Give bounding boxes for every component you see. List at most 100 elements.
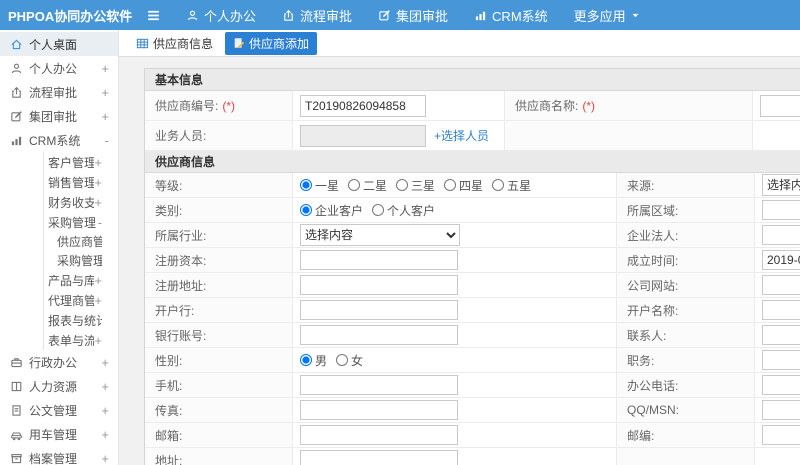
- established-date-input[interactable]: [762, 250, 800, 270]
- mobile-input[interactable]: [300, 375, 458, 395]
- bank-input[interactable]: [300, 300, 458, 320]
- topnav-item[interactable]: 个人办公: [173, 0, 269, 30]
- grade-radio-option[interactable]: 五星: [492, 177, 531, 194]
- sidebar-item-label: 个人桌面: [29, 37, 78, 52]
- expand-toggle-icon[interactable]: +: [94, 155, 102, 170]
- field-label: 所属行业:: [155, 228, 207, 243]
- section-title: 基本信息: [145, 69, 800, 91]
- sidebar-item[interactable]: 采购管理: [0, 251, 118, 270]
- grade-radio-option[interactable]: 一星: [300, 177, 339, 194]
- expand-toggle-icon[interactable]: -: [105, 133, 109, 148]
- sidebar-item[interactable]: 个人桌面: [0, 32, 118, 56]
- expand-toggle-icon[interactable]: +: [101, 451, 109, 465]
- tab-supplier-add[interactable]: 供应商添加: [225, 31, 318, 55]
- zipcode-input[interactable]: [762, 425, 800, 445]
- sidebar-item[interactable]: 表单与流程设置+: [0, 330, 118, 350]
- sidebar-item[interactable]: 财务收支 +: [0, 192, 118, 212]
- sidebar-item[interactable]: 行政办公 +: [0, 350, 118, 374]
- bank-account-input[interactable]: [300, 325, 458, 345]
- legal-person-input[interactable]: [762, 225, 800, 245]
- sidebar-item[interactable]: 个人办公 +: [0, 56, 118, 80]
- registered-capital-input[interactable]: [300, 250, 458, 270]
- briefcase-icon: [10, 356, 23, 369]
- industry-select[interactable]: 选择内容: [300, 224, 460, 246]
- radio-label: 四星: [459, 178, 484, 193]
- supplier-name-input[interactable]: [760, 94, 800, 117]
- field-label: 邮箱:: [155, 428, 183, 443]
- sidebar-item-label: 采购管理: [57, 254, 102, 268]
- category-radio-0[interactable]: [300, 204, 312, 216]
- qq-msn-input[interactable]: [762, 400, 800, 420]
- grade-radio-2[interactable]: [396, 179, 409, 191]
- business-personnel-input[interactable]: [300, 124, 426, 147]
- tab-supplier-info[interactable]: 供应商信息: [132, 33, 217, 54]
- topnav-item[interactable]: 集团审批: [365, 0, 461, 30]
- expand-toggle-icon[interactable]: +: [94, 293, 102, 308]
- account-name-input[interactable]: [762, 300, 800, 320]
- sidebar-item[interactable]: 流程审批 +: [0, 80, 118, 104]
- grade-radio-option[interactable]: 三星: [396, 177, 435, 194]
- fax-input[interactable]: [300, 400, 458, 420]
- expand-toggle-icon[interactable]: +: [94, 333, 102, 348]
- field-value-cell: [755, 198, 800, 222]
- email-input[interactable]: [300, 425, 458, 445]
- region-input[interactable]: [762, 200, 800, 220]
- category-radio-1[interactable]: [372, 204, 385, 216]
- expand-toggle-icon[interactable]: -: [98, 215, 102, 230]
- expand-toggle-icon[interactable]: +: [101, 85, 109, 100]
- expand-toggle-icon[interactable]: +: [94, 175, 102, 190]
- sidebar-item[interactable]: 用车管理 +: [0, 422, 118, 446]
- registered-address-input[interactable]: [300, 275, 458, 295]
- field-label: 公司网站:: [627, 278, 679, 293]
- gender-radio-1[interactable]: [336, 354, 349, 366]
- grade-radio-4[interactable]: [492, 179, 505, 191]
- field-value-cell: 一星 二星 三星 四星 五星: [293, 173, 617, 197]
- expand-toggle-icon[interactable]: +: [101, 355, 109, 370]
- source-select[interactable]: 选择内容: [762, 174, 800, 196]
- address-input[interactable]: [300, 450, 458, 465]
- gender-radio-option[interactable]: 男: [300, 352, 327, 369]
- supplier-code-input[interactable]: [300, 94, 426, 117]
- flow-icon: [282, 9, 295, 22]
- category-radio-option[interactable]: 个人客户: [372, 202, 435, 219]
- position-input[interactable]: [762, 350, 800, 370]
- office-phone-input[interactable]: [762, 375, 800, 395]
- gender-radio-0[interactable]: [300, 354, 312, 366]
- category-radio-option[interactable]: 企业客户: [300, 202, 363, 219]
- expand-toggle-icon[interactable]: +: [94, 195, 102, 210]
- sidebar-item[interactable]: 销售管理 +: [0, 172, 118, 192]
- gender-radio-option[interactable]: 女: [336, 352, 363, 369]
- sidebar-item-label: 公文管理: [29, 403, 78, 418]
- sidebar-item[interactable]: 人力资源 +: [0, 374, 118, 398]
- sidebar-item[interactable]: 客户管理 +: [0, 152, 118, 172]
- grade-radio-0[interactable]: [300, 179, 312, 191]
- sidebar-item[interactable]: 报表与统计: [0, 310, 118, 330]
- expand-toggle-icon[interactable]: +: [101, 109, 109, 124]
- tab-label: 供应商添加: [249, 36, 310, 51]
- sidebar-item[interactable]: 集团审批 +: [0, 104, 118, 128]
- sidebar-item[interactable]: 公文管理 +: [0, 398, 118, 422]
- topnav-item[interactable]: 流程审批: [269, 0, 365, 30]
- select-personnel-link[interactable]: +选择人员: [434, 127, 489, 144]
- hamburger-icon[interactable]: [146, 8, 161, 23]
- expand-toggle-icon[interactable]: +: [101, 379, 109, 394]
- sidebar-item[interactable]: CRM系统 -: [0, 128, 118, 152]
- sidebar-item[interactable]: 供应商管理: [0, 232, 118, 251]
- topnav-item[interactable]: 更多应用: [561, 0, 653, 30]
- expand-toggle-icon[interactable]: +: [101, 403, 109, 418]
- grade-radio-option[interactable]: 二星: [348, 177, 387, 194]
- sidebar-item[interactable]: 产品与库存+: [0, 270, 118, 290]
- company-website-input[interactable]: [762, 275, 800, 295]
- grade-radio-option[interactable]: 四星: [444, 177, 483, 194]
- grade-radio-1[interactable]: [348, 179, 361, 191]
- grade-radio-3[interactable]: [444, 179, 457, 191]
- sidebar-item[interactable]: 代理商管理+: [0, 290, 118, 310]
- sidebar-item[interactable]: 档案管理 +: [0, 446, 118, 465]
- topnav-item[interactable]: CRM系统: [461, 0, 561, 30]
- expand-toggle-icon[interactable]: +: [101, 427, 109, 442]
- expand-toggle-icon[interactable]: +: [101, 61, 109, 76]
- contact-person-input[interactable]: [762, 325, 800, 345]
- field-label-cell: 性别:: [145, 348, 293, 372]
- sidebar-item[interactable]: 采购管理 -: [0, 212, 118, 232]
- expand-toggle-icon[interactable]: +: [94, 273, 102, 288]
